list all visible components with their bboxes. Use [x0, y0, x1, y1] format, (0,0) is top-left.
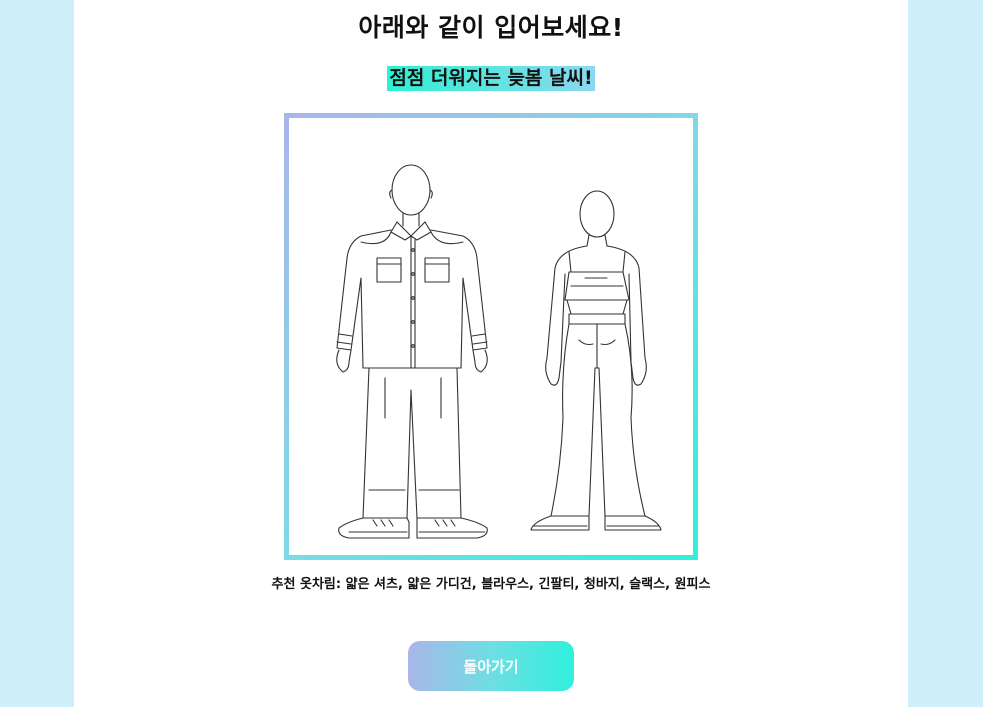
outfit-image-frame: [284, 113, 698, 560]
outfit-illustration-icon: [336, 164, 662, 539]
back-button[interactable]: 돌아가기: [408, 641, 574, 691]
female-figure-icon: [530, 190, 662, 531]
subtitle-wrap: 점점 더워지는 늦봄 날씨!: [74, 66, 908, 91]
weather-subtitle: 점점 더워지는 늦봄 날씨!: [387, 66, 595, 91]
page-title: 아래와 같이 입어보세요!: [358, 13, 624, 42]
recommended-outfit-text: 추천 옷차림: 얇은 셔츠, 얇은 가디건, 블라우스, 긴팔티, 청바지, 슬…: [271, 577, 711, 592]
male-figure-icon: [336, 164, 488, 539]
outfit-illustration: [289, 118, 693, 555]
main-panel: 아래와 같이 입어보세요! 점점 더워지는 늦봄 날씨! 추천 옷차림: 얇은 …: [74, 0, 908, 707]
